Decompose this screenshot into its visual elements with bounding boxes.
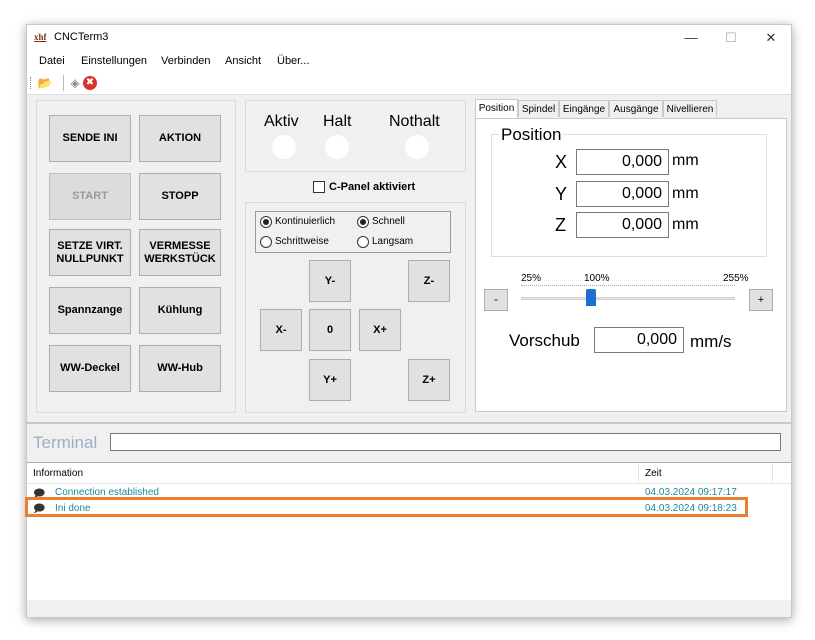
radio-schnell[interactable] bbox=[357, 216, 369, 228]
connect-icon[interactable]: ◈ bbox=[67, 75, 83, 91]
feed-min-label: 25% bbox=[521, 273, 542, 284]
jog-zero-button[interactable]: 0 bbox=[309, 309, 351, 351]
menu-ansicht[interactable]: Ansicht bbox=[225, 55, 261, 67]
jog-y-minus-button[interactable]: Y- bbox=[309, 260, 351, 302]
stop-icon[interactable]: ✖ bbox=[83, 76, 97, 90]
feed-decrease-button[interactable]: - bbox=[484, 289, 508, 311]
aktion-button[interactable]: AKTION bbox=[139, 115, 221, 162]
kuehlung-button[interactable]: Kühlung bbox=[139, 287, 221, 334]
tab-position[interactable]: Position bbox=[475, 99, 518, 118]
axis-x-unit: mm bbox=[672, 152, 699, 169]
log-header: Information Zeit bbox=[27, 463, 791, 484]
nothalt-indicator bbox=[405, 135, 429, 159]
axis-z-unit: mm bbox=[672, 216, 699, 233]
axis-y-label: Y bbox=[555, 184, 568, 204]
halt-indicator bbox=[325, 135, 349, 159]
axis-z-label: Z bbox=[555, 215, 566, 235]
col-information[interactable]: Information bbox=[33, 468, 83, 479]
axis-z-value[interactable]: 0,000 bbox=[576, 212, 669, 238]
nothalt-label: Nothalt bbox=[389, 113, 440, 130]
log-list[interactable]: Information Zeit 🗩 Connection establishe… bbox=[27, 462, 791, 601]
toolbar: 📂 ◈ ✖ bbox=[27, 72, 791, 95]
toolbar-separator bbox=[63, 75, 64, 91]
cpanel-checkbox[interactable] bbox=[313, 181, 325, 193]
tab-spindel[interactable]: Spindel bbox=[518, 100, 559, 117]
app-logo: xhf bbox=[34, 32, 47, 42]
title-bar: xhf CNCTerm3 — ☐ ✕ bbox=[27, 25, 791, 52]
feed-increase-button[interactable]: + bbox=[749, 289, 773, 311]
radio-schrittweise[interactable] bbox=[260, 236, 272, 248]
jog-x-minus-button[interactable]: X- bbox=[260, 309, 302, 351]
tab-ausgaenge[interactable]: Ausgänge bbox=[609, 100, 663, 117]
menu-verbinden[interactable]: Verbinden bbox=[161, 55, 211, 67]
axis-y-unit: mm bbox=[672, 185, 699, 202]
terminal-input[interactable] bbox=[110, 433, 781, 451]
axis-x-value[interactable]: 0,000 bbox=[576, 149, 669, 175]
splitter[interactable] bbox=[27, 422, 791, 424]
sende-ini-button[interactable]: SENDE INI bbox=[49, 115, 131, 162]
feed-slider-thumb[interactable] bbox=[585, 289, 596, 306]
feed-mid-label: 100% bbox=[584, 273, 610, 284]
feed-slider-ticks bbox=[521, 285, 735, 288]
col-divider[interactable] bbox=[638, 463, 639, 483]
status-bar bbox=[27, 600, 791, 617]
highlight-box bbox=[25, 497, 748, 517]
feed-label: Vorschub bbox=[509, 331, 580, 350]
feed-value[interactable]: 0,000 bbox=[594, 327, 684, 353]
menu-ueber[interactable]: Über... bbox=[277, 55, 309, 67]
col-zeit[interactable]: Zeit bbox=[645, 468, 662, 479]
menu-einstellungen[interactable]: Einstellungen bbox=[81, 55, 147, 67]
tab-eingaenge[interactable]: Eingänge bbox=[559, 100, 609, 117]
tab-nivellieren[interactable]: Nivellieren bbox=[663, 100, 717, 117]
axis-x-label: X bbox=[555, 152, 568, 172]
tab-strip: Position Spindel Eingänge Ausgänge Nivel… bbox=[475, 99, 787, 118]
measure-workpiece-button[interactable]: VERMESSE WERKSTÜCK bbox=[139, 229, 221, 276]
radio-langsam[interactable] bbox=[357, 236, 369, 248]
ww-deckel-button[interactable]: WW-Deckel bbox=[49, 345, 131, 392]
feed-unit: mm/s bbox=[690, 332, 732, 351]
toolbar-grip[interactable] bbox=[30, 77, 33, 89]
maximize-button[interactable]: ☐ bbox=[711, 27, 751, 49]
cpanel-label: C-Panel aktiviert bbox=[329, 181, 416, 193]
window-title: CNCTerm3 bbox=[54, 31, 109, 43]
spannzange-button[interactable]: Spannzange bbox=[49, 287, 131, 334]
ww-hub-button[interactable]: WW-Hub bbox=[139, 345, 221, 392]
menu-datei[interactable]: Datei bbox=[39, 55, 65, 67]
feed-max-label: 255% bbox=[723, 273, 749, 284]
schnell-label: Schnell bbox=[372, 216, 405, 227]
minimize-button[interactable]: — bbox=[671, 27, 711, 49]
stopp-button[interactable]: STOPP bbox=[139, 173, 221, 220]
aktiv-indicator bbox=[272, 135, 296, 159]
col-divider-end bbox=[772, 463, 773, 483]
jog-z-plus-button[interactable]: Z+ bbox=[408, 359, 450, 401]
halt-label: Halt bbox=[323, 113, 352, 130]
position-group-title: Position bbox=[499, 125, 564, 145]
jog-z-minus-button[interactable]: Z- bbox=[408, 260, 450, 302]
jog-x-plus-button[interactable]: X+ bbox=[359, 309, 401, 351]
aktiv-label: Aktiv bbox=[264, 113, 299, 130]
open-folder-icon[interactable]: 📂 bbox=[37, 75, 53, 91]
langsam-label: Langsam bbox=[372, 236, 414, 247]
set-virtual-zero-button[interactable]: SETZE VIRT. NULLPUNKT bbox=[49, 229, 131, 276]
terminal-label: Terminal bbox=[33, 433, 98, 452]
start-button[interactable]: START bbox=[49, 173, 131, 220]
schrittweise-label: Schrittweise bbox=[275, 236, 329, 247]
axis-y-value[interactable]: 0,000 bbox=[576, 181, 669, 207]
close-button[interactable]: ✕ bbox=[751, 27, 791, 49]
jog-y-plus-button[interactable]: Y+ bbox=[309, 359, 351, 401]
radio-kontinuierlich[interactable] bbox=[260, 216, 272, 228]
menu-bar: Datei Einstellungen Verbinden Ansicht Üb… bbox=[27, 52, 791, 72]
kontinuierlich-label: Kontinuierlich bbox=[275, 216, 336, 227]
app-window: xhf CNCTerm3 — ☐ ✕ Datei Einstellungen V… bbox=[26, 24, 792, 618]
feed-slider-track[interactable] bbox=[521, 297, 735, 300]
